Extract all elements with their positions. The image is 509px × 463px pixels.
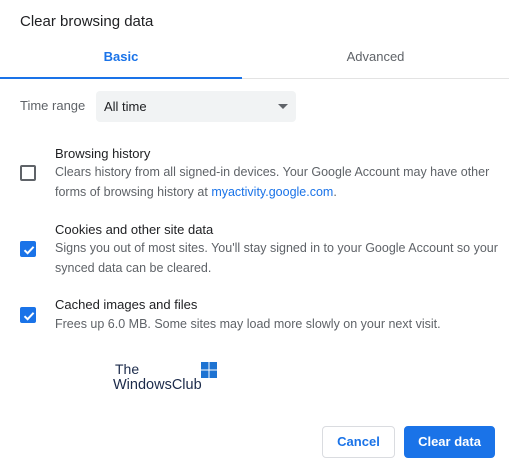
browsing-history-checkbox[interactable] [20,165,36,181]
tab-basic[interactable]: Basic [0,42,242,79]
check-icon [23,246,35,255]
check-icon [23,312,35,321]
tab-advanced[interactable]: Advanced [242,42,509,78]
windowsclub-logo: The WindowsClub [113,361,223,401]
tab-bar: Basic Advanced [0,42,509,79]
chevron-down-icon [278,104,288,109]
time-range-label: Time range [20,98,86,113]
cancel-button[interactable]: Cancel [322,426,395,458]
option-description: Clears history from all signed-in device… [55,165,490,199]
option-description: Frees up 6.0 MB. Some sites may load mor… [55,317,441,331]
logo-text-the: The [115,361,140,377]
option-title: Browsing history [55,146,151,161]
clear-browsing-data-dialog: Clear browsing data Basic Advanced Time … [0,0,509,463]
myactivity-link[interactable]: myactivity.google.com [211,185,333,199]
logo-text-name: WindowsClub [113,377,202,393]
windows-flag-icon [201,362,217,378]
time-range-select[interactable]: All time [96,91,296,122]
cached-images-checkbox[interactable] [20,307,36,323]
time-range-value: All time [104,99,147,114]
clear-data-button[interactable]: Clear data [404,426,495,458]
option-title: Cookies and other site data [55,222,214,237]
cookies-checkbox[interactable] [20,241,36,257]
option-description: Signs you out of most sites. You'll stay… [55,241,498,275]
dialog-title: Clear browsing data [20,13,154,30]
option-title: Cached images and files [55,297,198,312]
